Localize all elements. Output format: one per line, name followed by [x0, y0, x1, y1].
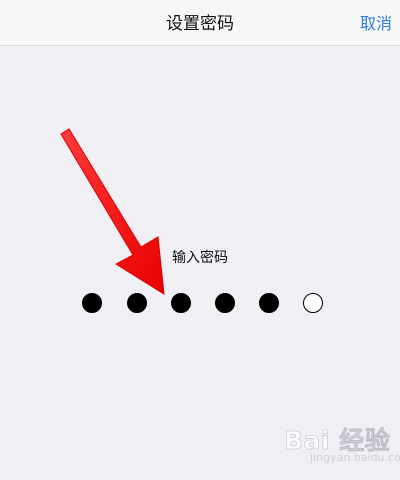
navigation-bar: 设置密码 取消	[0, 0, 400, 46]
passcode-dot-filled	[127, 293, 147, 313]
passcode-dots	[82, 293, 326, 313]
passcode-prompt: 输入密码	[172, 250, 228, 266]
watermark-url: jingyan.baidu.com	[310, 451, 400, 464]
passcode-screen: 输入密码	[0, 46, 400, 480]
passcode-dot-filled	[215, 293, 235, 313]
passcode-dot-empty	[303, 293, 323, 313]
passcode-dot-filled	[259, 293, 279, 313]
baidu-watermark: Bai 经验 jingyan.baidu.com	[284, 421, 400, 467]
page-title: 设置密码	[166, 14, 234, 34]
passcode-dot-filled	[171, 293, 191, 313]
cancel-button[interactable]: 取消	[360, 0, 392, 46]
passcode-dot-filled	[82, 293, 102, 313]
